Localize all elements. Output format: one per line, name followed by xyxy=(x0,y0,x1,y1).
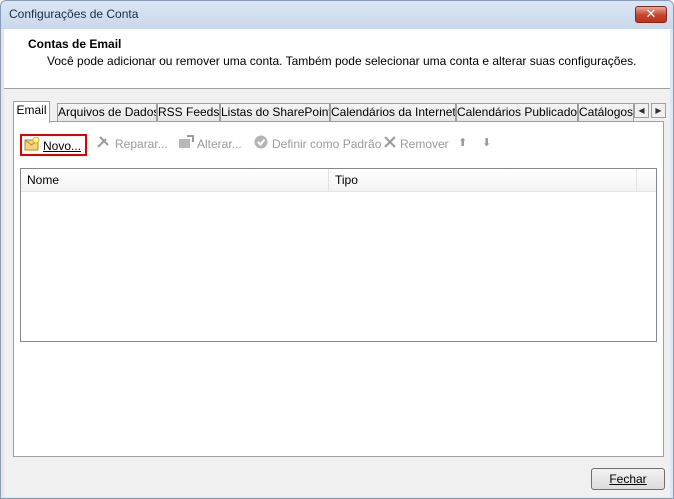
email-tab-page: Novo... Reparar... Alterar... Definir co… xyxy=(13,121,664,457)
account-toolbar: Novo... Reparar... Alterar... Definir co… xyxy=(20,134,660,156)
remover-label: Remover xyxy=(400,137,449,151)
tab-scroll-left-button[interactable]: ◀ xyxy=(634,103,649,118)
tab-scroll-right-button[interactable]: ▶ xyxy=(651,103,666,118)
tab-calendarios-publicados[interactable]: Calendários Publicados xyxy=(456,103,578,122)
header-panel: Contas de Email Você pode adicionar ou r… xyxy=(4,29,670,89)
tab-calendarios-internet[interactable]: Calendários da Internet xyxy=(330,103,456,122)
alterar-button[interactable]: Alterar... xyxy=(178,134,242,156)
column-header-nome[interactable]: Nome xyxy=(21,169,329,192)
change-account-icon xyxy=(178,134,194,155)
fechar-label: Fechar xyxy=(609,472,647,486)
window-title: Configurações de Conta xyxy=(9,7,139,21)
alterar-label: Alterar... xyxy=(197,137,242,151)
account-settings-window: Configurações de Conta ✕ Contas de Email… xyxy=(0,0,674,499)
remover-button[interactable]: Remover xyxy=(383,134,449,156)
tab-catalogos[interactable]: Catálogos xyxy=(578,103,634,122)
remove-x-icon xyxy=(383,135,397,155)
column-header-tipo[interactable]: Tipo xyxy=(329,169,637,192)
novo-label: Novo... xyxy=(43,139,82,153)
definir-padrao-label: Definir como Padrão xyxy=(272,137,382,151)
header-title: Contas de Email xyxy=(28,37,122,51)
novo-button[interactable]: Novo... xyxy=(20,134,88,157)
reparar-button[interactable]: Reparar... xyxy=(96,134,168,156)
move-down-arrow-icon[interactable]: ⬇ xyxy=(482,136,491,149)
tab-rss-feeds[interactable]: RSS Feeds xyxy=(157,103,220,122)
tab-listas-sharepoint[interactable]: Listas do SharePoint xyxy=(220,103,330,122)
dialog-client-area: Contas de Email Você pode adicionar ou r… xyxy=(4,29,670,497)
fechar-button[interactable]: Fechar xyxy=(591,468,665,490)
new-account-icon xyxy=(24,136,40,157)
definir-padrao-button[interactable]: Definir como Padrão xyxy=(253,134,381,156)
header-description: Você pode adicionar ou remover uma conta… xyxy=(47,54,637,68)
reparar-label: Reparar... xyxy=(115,137,168,151)
set-default-check-icon xyxy=(253,135,269,155)
close-window-button[interactable]: ✕ xyxy=(635,6,667,23)
tab-email[interactable]: Email xyxy=(13,101,50,123)
move-up-arrow-icon[interactable]: ⬆ xyxy=(458,136,467,149)
accounts-list[interactable]: Nome Tipo xyxy=(20,168,657,342)
tab-arquivos-de-dados[interactable]: Arquivos de Dados xyxy=(57,103,157,122)
title-bar[interactable]: Configurações de Conta ✕ xyxy=(1,1,673,29)
list-header: Nome Tipo xyxy=(21,169,656,192)
tab-strip: Email Arquivos de Dados RSS Feeds Listas… xyxy=(13,101,666,123)
repair-tools-icon xyxy=(96,135,112,155)
